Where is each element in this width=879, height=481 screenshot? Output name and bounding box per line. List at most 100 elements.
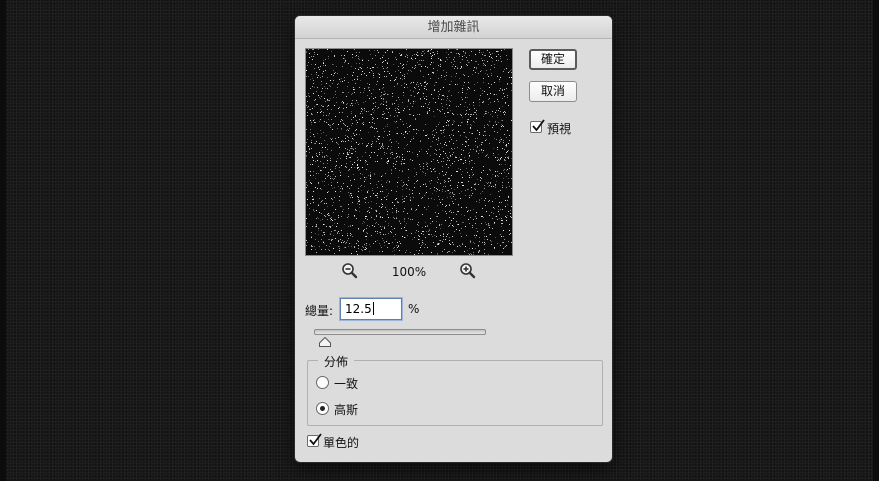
- preview-checkbox[interactable]: [530, 119, 545, 133]
- noise-speck: [432, 52, 433, 53]
- noise-speck: [484, 239, 485, 240]
- noise-speck: [323, 167, 324, 168]
- noise-speck: [322, 73, 323, 74]
- noise-speck: [354, 89, 355, 90]
- noise-speck: [392, 208, 393, 209]
- noise-speck: [327, 163, 328, 164]
- monochromatic-checkbox[interactable]: [307, 433, 322, 447]
- noise-speck: [465, 226, 466, 227]
- noise-speck: [482, 242, 483, 243]
- noise-speck: [350, 226, 351, 227]
- noise-speck: [395, 199, 396, 200]
- noise-speck: [464, 132, 465, 133]
- noise-speck: [376, 203, 377, 204]
- noise-speck: [479, 105, 480, 106]
- noise-speck: [307, 199, 308, 200]
- noise-speck: [377, 155, 378, 156]
- amount-slider-thumb[interactable]: [319, 332, 332, 347]
- noise-speck: [450, 244, 451, 245]
- noise-speck: [359, 59, 360, 60]
- noise-speck: [500, 234, 501, 235]
- noise-speck: [396, 133, 397, 134]
- noise-speck: [327, 109, 328, 110]
- noise-speck: [471, 254, 472, 255]
- noise-speck: [392, 229, 393, 230]
- noise-speck: [440, 228, 441, 229]
- noise-speck: [433, 169, 434, 170]
- noise-speck: [456, 221, 457, 222]
- noise-speck: [469, 254, 470, 255]
- noise-speck: [358, 159, 359, 160]
- noise-speck: [503, 126, 504, 127]
- noise-speck: [502, 242, 503, 243]
- noise-speck: [405, 230, 406, 231]
- noise-speck: [498, 54, 499, 55]
- noise-speck: [456, 214, 457, 215]
- noise-speck: [452, 124, 453, 125]
- noise-speck: [419, 243, 420, 244]
- noise-speck: [425, 82, 426, 83]
- noise-speck: [472, 193, 473, 194]
- noise-speck: [427, 225, 428, 226]
- dialog-titlebar[interactable]: 增加雜訊: [295, 16, 612, 39]
- ok-button[interactable]: 確定: [529, 49, 577, 70]
- noise-speck: [343, 123, 344, 124]
- noise-speck: [381, 158, 382, 159]
- noise-speck: [506, 55, 507, 56]
- noise-speck: [309, 152, 310, 153]
- amount-slider-track[interactable]: [314, 329, 486, 335]
- noise-speck: [310, 175, 311, 176]
- noise-speck: [427, 83, 428, 84]
- noise-speck: [379, 251, 380, 252]
- noise-speck: [501, 164, 502, 165]
- noise-speck: [483, 102, 484, 103]
- noise-speck: [459, 193, 460, 194]
- noise-speck: [347, 86, 348, 87]
- noise-speck: [423, 243, 424, 244]
- amount-input[interactable]: 12.5: [340, 298, 402, 320]
- noise-speck: [423, 172, 424, 173]
- noise-speck: [457, 171, 458, 172]
- noise-speck: [375, 223, 376, 224]
- noise-speck: [306, 70, 307, 71]
- noise-speck: [366, 169, 367, 170]
- radio-gaussian[interactable]: [316, 402, 329, 415]
- noise-speck: [359, 87, 360, 88]
- noise-speck: [311, 122, 312, 123]
- noise-speck: [465, 190, 466, 191]
- noise-speck: [499, 90, 500, 91]
- noise-speck: [307, 112, 308, 113]
- noise-speck: [335, 94, 336, 95]
- radio-uniform[interactable]: [316, 376, 329, 389]
- noise-speck: [444, 129, 445, 130]
- zoom-out-button[interactable]: [341, 262, 359, 280]
- noise-speck: [337, 233, 338, 234]
- noise-speck: [367, 83, 368, 84]
- noise-speck: [357, 167, 358, 168]
- noise-speck: [431, 252, 432, 253]
- noise-speck: [471, 187, 472, 188]
- noise-speck: [358, 188, 359, 189]
- noise-speck: [335, 166, 336, 167]
- noise-speck: [357, 254, 358, 255]
- noise-speck: [357, 76, 358, 77]
- noise-speck: [322, 106, 323, 107]
- noise-speck: [375, 102, 376, 103]
- noise-speck: [354, 92, 355, 93]
- noise-speck: [371, 208, 372, 209]
- noise-speck: [506, 152, 507, 153]
- noise-speck: [383, 104, 384, 105]
- noise-speck: [451, 139, 452, 140]
- noise-speck: [505, 157, 506, 158]
- noise-speck: [489, 215, 490, 216]
- zoom-in-button[interactable]: [459, 262, 477, 280]
- noise-speck: [311, 64, 312, 65]
- noise-speck: [341, 119, 342, 120]
- noise-speck: [365, 216, 366, 217]
- preview-pane[interactable]: [305, 48, 513, 256]
- noise-speck: [469, 62, 470, 63]
- cancel-button[interactable]: 取消: [529, 81, 577, 102]
- noise-speck: [421, 60, 422, 61]
- noise-speck: [316, 226, 317, 227]
- noise-speck: [402, 189, 403, 190]
